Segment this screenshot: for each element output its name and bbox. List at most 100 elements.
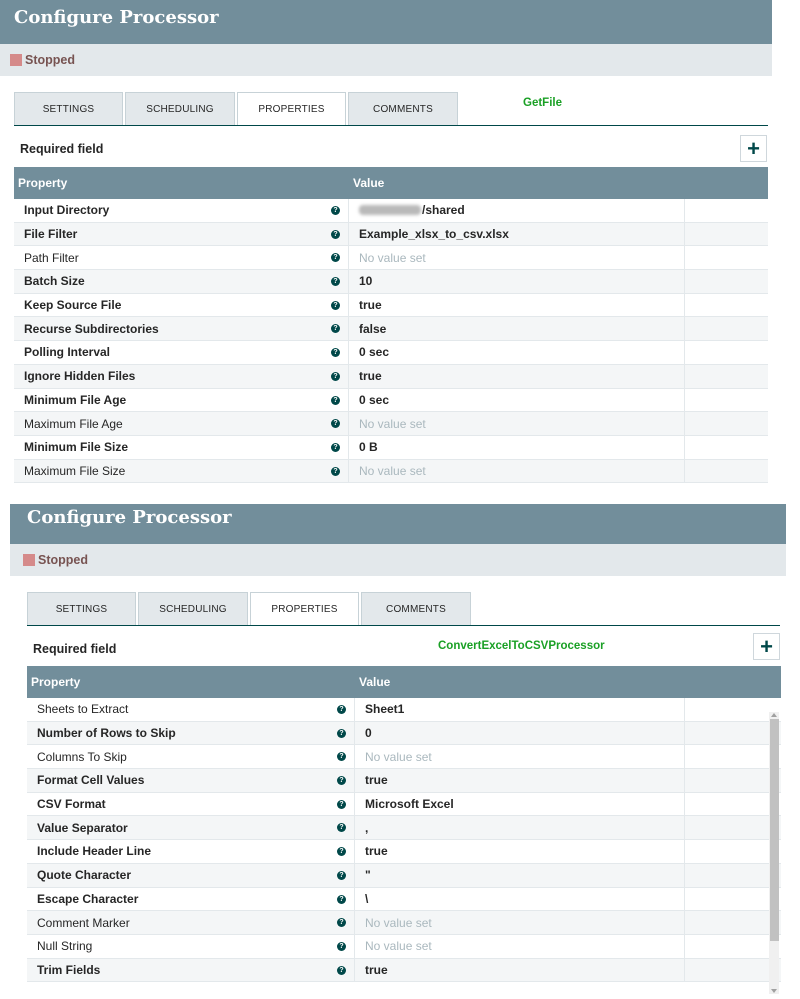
- actions-cell: [685, 911, 769, 934]
- property-value-cell[interactable]: 10: [349, 270, 685, 293]
- tab-properties[interactable]: PROPERTIES: [237, 92, 346, 126]
- help-icon[interactable]: ?: [337, 941, 346, 951]
- table-row[interactable]: Quote Character? ": [27, 863, 781, 888]
- table-row[interactable]: Minimum File Size? 0 B: [14, 435, 768, 460]
- tab-comments[interactable]: COMMENTS: [361, 592, 471, 626]
- table-row[interactable]: Maximum File Age? No value set: [14, 412, 768, 436]
- help-icon[interactable]: ?: [331, 466, 340, 476]
- help-icon[interactable]: ?: [331, 300, 340, 310]
- help-icon[interactable]: ?: [337, 752, 346, 762]
- table-row[interactable]: Minimum File Age? 0 sec: [14, 388, 768, 413]
- table-row[interactable]: File Filter? Example_xlsx_to_csv.xlsx: [14, 222, 768, 247]
- processor-name: GetFile: [523, 97, 562, 109]
- property-name-cell: Value Separator?: [27, 816, 355, 840]
- table-body: Input Directory? /shared File Filter? Examp…: [14, 199, 768, 484]
- tab-scheduling[interactable]: SCHEDULING: [138, 592, 248, 626]
- help-icon[interactable]: ?: [337, 728, 346, 738]
- property-value-cell[interactable]: false: [349, 317, 685, 341]
- property-value-cell[interactable]: No value set: [355, 911, 685, 934]
- help-icon[interactable]: ?: [331, 206, 340, 215]
- property-name-cell: Columns To Skip?: [27, 745, 355, 769]
- property-value-cell[interactable]: true: [355, 840, 685, 863]
- property-value-cell[interactable]: 0 sec: [349, 388, 685, 412]
- table-row[interactable]: Keep Source File? true: [14, 293, 768, 318]
- property-value-cell[interactable]: Sheet1: [355, 698, 685, 721]
- scroll-up-arrow-icon[interactable]: [771, 713, 777, 717]
- property-value: 0: [365, 726, 372, 741]
- help-icon[interactable]: ?: [337, 918, 346, 928]
- scroll-down-arrow-icon[interactable]: [771, 989, 777, 993]
- help-icon[interactable]: ?: [337, 823, 346, 833]
- table-row[interactable]: Format Cell Values? true: [27, 769, 781, 793]
- scrollbar-thumb[interactable]: [770, 719, 779, 941]
- property-value-cell[interactable]: true: [355, 958, 685, 982]
- table-row[interactable]: Columns To Skip? No value set: [27, 745, 781, 770]
- help-icon[interactable]: ?: [337, 776, 346, 786]
- property-value: true: [365, 962, 388, 977]
- help-icon[interactable]: ?: [331, 348, 340, 358]
- help-icon[interactable]: ?: [331, 419, 340, 429]
- property-value-cell[interactable]: No value set: [349, 246, 685, 270]
- actions-cell: [685, 412, 768, 435]
- dialog-title: Configure Processor: [10, 504, 786, 544]
- table-row[interactable]: Number of Rows to Skip? 0: [27, 721, 781, 746]
- help-icon[interactable]: ?: [331, 371, 340, 381]
- property-value-cell[interactable]: No value set: [349, 459, 685, 483]
- tab-properties[interactable]: PROPERTIES: [250, 592, 359, 626]
- property-value-cell[interactable]: 0 sec: [349, 341, 685, 364]
- table-row[interactable]: Trim Fields? true: [27, 958, 781, 983]
- property-value-cell[interactable]: ,: [355, 816, 685, 840]
- table-row[interactable]: Escape Character? \: [27, 887, 781, 912]
- add-property-button[interactable]: +: [753, 633, 780, 660]
- table-row[interactable]: Ignore Hidden Files? true: [14, 364, 768, 389]
- tab-scheduling[interactable]: SCHEDULING: [125, 92, 235, 126]
- help-icon[interactable]: ?: [331, 229, 340, 239]
- tab-settings[interactable]: SETTINGS: [14, 92, 123, 126]
- table-row[interactable]: Polling Interval? 0 sec: [14, 341, 768, 365]
- table-row[interactable]: Comment Marker? No value set: [27, 911, 781, 935]
- property-value-cell[interactable]: Microsoft Excel: [355, 792, 685, 816]
- help-icon[interactable]: ?: [331, 253, 340, 263]
- table-row[interactable]: CSV Format? Microsoft Excel: [27, 792, 781, 817]
- help-icon[interactable]: ?: [331, 442, 340, 452]
- help-icon[interactable]: ?: [337, 705, 346, 714]
- tab-settings[interactable]: SETTINGS: [27, 592, 136, 626]
- property-value-cell[interactable]: 0 B: [349, 435, 685, 459]
- help-icon[interactable]: ?: [331, 324, 340, 334]
- table-row[interactable]: Null String? No value set: [27, 934, 781, 959]
- help-icon[interactable]: ?: [331, 277, 340, 287]
- help-icon[interactable]: ?: [337, 847, 346, 857]
- property-value-cell[interactable]: true: [355, 769, 685, 792]
- table-row[interactable]: Path Filter? No value set: [14, 246, 768, 271]
- add-property-button[interactable]: +: [740, 135, 767, 162]
- tab-comments[interactable]: COMMENTS: [348, 92, 458, 126]
- property-name: CSV Format: [37, 797, 106, 812]
- property-value-cell[interactable]: No value set: [349, 412, 685, 435]
- property-value-cell[interactable]: Example_xlsx_to_csv.xlsx: [349, 222, 685, 246]
- table-row[interactable]: Maximum File Size? No value set: [14, 459, 768, 484]
- property-value-cell[interactable]: ": [355, 863, 685, 887]
- table-row[interactable]: Input Directory? /shared: [14, 199, 768, 223]
- property-name: Value Separator: [37, 820, 128, 835]
- property-value-cell[interactable]: No value set: [355, 745, 685, 769]
- help-icon[interactable]: ?: [337, 799, 346, 809]
- actions-cell: [685, 436, 768, 459]
- property-value-cell[interactable]: true: [349, 293, 685, 317]
- table-row[interactable]: Recurse Subdirectories? false: [14, 317, 768, 342]
- table-row[interactable]: Include Header Line? true: [27, 840, 781, 864]
- table-row[interactable]: Batch Size? 10: [14, 270, 768, 294]
- property-value-cell[interactable]: 0: [355, 721, 685, 745]
- help-icon[interactable]: ?: [337, 894, 346, 904]
- table-scrollbar[interactable]: [769, 712, 779, 994]
- property-value-cell[interactable]: true: [349, 364, 685, 388]
- status-label: Stopped: [25, 53, 75, 67]
- property-value-cell[interactable]: /shared: [349, 199, 685, 222]
- help-icon[interactable]: ?: [337, 870, 346, 880]
- help-icon[interactable]: ?: [331, 395, 340, 405]
- property-value-cell[interactable]: \: [355, 887, 685, 911]
- help-icon[interactable]: ?: [337, 965, 346, 975]
- table-row[interactable]: Value Separator?,: [27, 816, 781, 841]
- property-name: Minimum File Size: [24, 440, 129, 455]
- table-row[interactable]: Sheets to Extract? Sheet1: [27, 698, 781, 722]
- property-value-cell[interactable]: No value set: [355, 934, 685, 958]
